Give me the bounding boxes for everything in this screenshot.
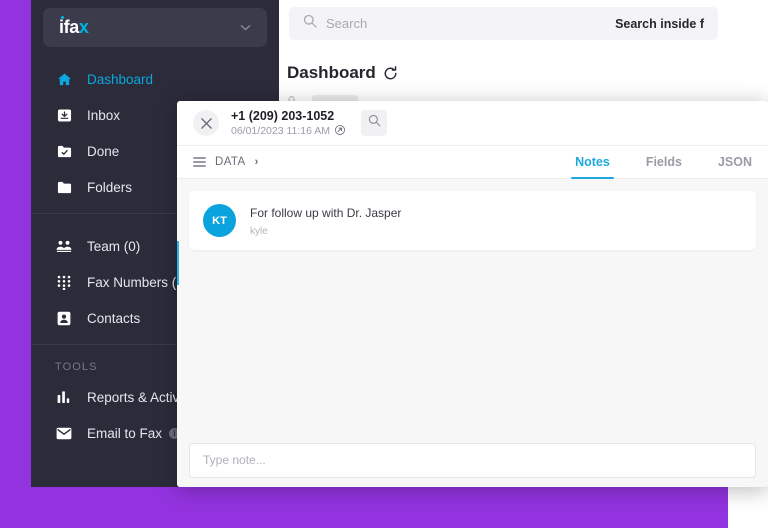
fax-timestamp: 06/01/2023 11:16 AM [231,125,331,137]
home-icon [55,70,73,88]
bar-chart-icon [55,388,73,406]
page-header: Dashboard [279,47,728,83]
sidebar-item-label: Email to Fax [87,425,163,441]
topbar: Search Search inside f [279,0,728,47]
chevron-down-icon[interactable] [240,22,251,34]
contact-card-icon [55,309,73,327]
global-search-bar[interactable]: Search Search inside f [289,7,718,40]
sidebar-item-label: Done [87,143,120,159]
note-text-group: For follow up with Dr. Jasper kyle [250,204,401,237]
inbox-icon [55,106,73,124]
note-input[interactable] [189,442,756,478]
tab-notes[interactable]: Notes [571,145,614,179]
data-label: DATA [215,156,246,168]
modal-header: +1 (209) 203-1052 06/01/2023 11:16 AM [177,101,768,145]
brand-selector[interactable]: ifax [43,8,267,47]
close-icon[interactable] [193,110,219,136]
sidebar-item-label: Fax Numbers (1 [87,274,184,290]
note-author: kyle [250,226,268,237]
logo-dot-icon [61,16,64,19]
chevron-right-icon[interactable]: › [255,156,259,168]
folder-check-icon [55,142,73,160]
fax-meta: 06/01/2023 11:16 AM [231,125,346,137]
sidebar-item-label: Contacts [87,310,141,326]
avatar: KT [203,204,236,237]
fax-detail-modal: +1 (209) 203-1052 06/01/2023 11:16 AM DA… [177,101,768,487]
modal-footer [177,433,768,487]
tab-fields[interactable]: Fields [646,145,682,179]
page-title: Dashboard [287,63,376,82]
sidebar-item-label: Dashboard [87,71,154,87]
sidebar-item-label: Team (0) [87,238,141,254]
tab-json[interactable]: JSON [718,145,752,179]
team-icon [55,237,73,255]
sidebar-item-label: Inbox [87,107,121,123]
modal-header-text: +1 (209) 203-1052 06/01/2023 11:16 AM [231,109,346,137]
modal-accent-bar [177,241,179,285]
modal-body: KT For follow up with Dr. Jasper kyle [177,179,768,433]
search-inside-fax-label[interactable]: Search inside f [615,17,704,31]
external-link-icon[interactable] [335,125,346,137]
search-icon [303,14,317,33]
data-toggle-button[interactable]: DATA › [193,156,259,168]
folder-icon [55,178,73,196]
search-input[interactable]: Search [326,16,367,31]
modal-search-button[interactable] [361,110,388,136]
search-left-group: Search [303,14,367,33]
list-item[interactable]: KT For follow up with Dr. Jasper kyle [189,191,756,250]
note-body: For follow up with Dr. Jasper [250,206,402,220]
ifax-logo: ifax [59,16,89,38]
refresh-icon[interactable] [383,65,398,81]
modal-subbar: DATA › Notes Fields JSON [177,145,768,179]
logo-text-accent: x [78,17,89,37]
search-icon [368,114,381,132]
fax-number: +1 (209) 203-1052 [231,109,335,123]
modal-tabs: Notes Fields JSON [571,145,752,179]
sidebar-item-label: Reports & Activi [87,389,183,405]
envelope-icon [55,424,73,442]
sidebar-item-dashboard[interactable]: Dashboard [31,61,279,97]
sidebar-item-label: Folders [87,179,133,195]
logo-text-primary: ifa [59,17,79,37]
keypad-icon [55,273,73,291]
hamburger-icon [193,157,206,167]
